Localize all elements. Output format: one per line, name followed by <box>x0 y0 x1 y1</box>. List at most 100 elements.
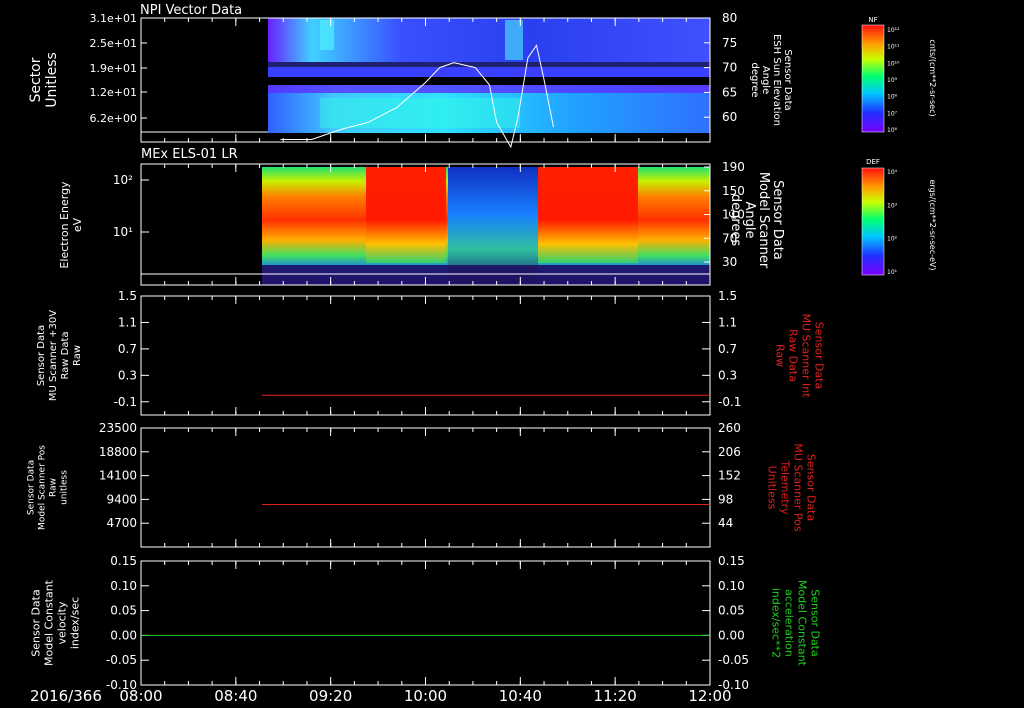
npi-panel-title: NPI Vector Data <box>140 3 242 18</box>
npi-ytick-label: 3.1e+01 <box>90 12 137 25</box>
raw30v-y2label-line: Sensor Data <box>813 322 826 389</box>
time-tick-label: 08:40 <box>214 687 257 705</box>
raw30v-ytick-label: -0.1 <box>114 395 137 409</box>
scanpos-ylabel: Sensor Data Model Scanner Pos Raw unitless <box>27 445 70 530</box>
scanpos-y2tick-label: 152 <box>718 469 741 483</box>
constant-ytick-label: 0.00 <box>110 628 137 642</box>
constant-marks: 0.15 0.15 0.10 0.10 0.05 0.05 0.00 0.00 -0.05 -0.… <box>30 554 822 692</box>
raw30v-y2label-line: Raw Data <box>787 329 800 382</box>
npi-y2tick-label: 65 <box>722 85 737 99</box>
els-colorbar-tick: 10⁴ <box>887 169 898 176</box>
npi-colorbar: NF 10¹² 10¹¹ 10¹⁰ 10⁹ 10⁸ 10⁷ 10⁶ cnts/(cm**2-… <box>861 16 937 134</box>
scanpos-y2label-line: Telemetry <box>779 459 792 515</box>
constant-y2tick-label: -0.05 <box>718 653 749 667</box>
els-ylabel-line1: Electron Energy <box>58 181 71 269</box>
npi-colorbar-tick: 10⁸ <box>887 94 898 101</box>
npi-colorbar-tick: 10⁷ <box>887 110 898 117</box>
time-tick-label: 09:20 <box>309 687 352 705</box>
els-colorbar-unit: ergs/(cm**2-sr-sec-eV) <box>928 179 937 270</box>
constant-y2label-line: index/sec**2 <box>770 588 783 658</box>
raw30v-y2tick-label: 0.7 <box>718 342 737 356</box>
constant-ylabel-line: velocity <box>56 601 69 644</box>
scanpos-ytick-label: 4700 <box>106 516 137 530</box>
npi-colorbar-label: NF <box>868 16 877 24</box>
els-ylabel: Electron Energy eV <box>58 181 84 269</box>
npi-yticks: 3.1e+01 2.5e+01 1.9e+01 1.2e+01 6.2e+00 <box>90 12 147 125</box>
npi-colorbar-tick: 10¹⁰ <box>887 60 900 67</box>
constant-frame <box>140 560 711 686</box>
constant-y2label-line: Model Constant <box>796 580 809 667</box>
els-panel: MEx ELS-01 LR Electron Energy eV 10²10¹ … <box>58 147 937 286</box>
els-ytick-label: 10² <box>113 173 133 187</box>
npi-colorbar-tick: 10⁶ <box>887 127 898 134</box>
constant-ytick-label: -0.05 <box>106 653 137 667</box>
raw30v-ytick-label: 0.7 <box>118 342 137 356</box>
npi-y2tick-label: 70 <box>722 61 737 75</box>
npi-spectrogram <box>268 18 710 133</box>
scanpos-y2label-line: Unitless <box>766 466 779 510</box>
els-colorbar-tick: 10¹ <box>887 269 898 276</box>
els-y2label-line: Sensor Data <box>770 180 785 260</box>
scanpos-panel: 23500 260 18800 206 14100 152 9400 98 4700 44 Sens… <box>27 421 818 548</box>
time-tick-label: 10:00 <box>404 687 447 705</box>
npi-band-dark <box>268 62 710 67</box>
els-panel-title: MEx ELS-01 LR <box>141 147 238 162</box>
npi-colorbar-ticks: 10¹² 10¹¹ 10¹⁰ 10⁹ 10⁸ 10⁷ 10⁶ <box>887 27 900 134</box>
scanpos-ylabel-line: Sensor Data <box>27 460 37 515</box>
constant-y2tick-label: 0.10 <box>718 579 745 593</box>
constant-ytick-label: 0.15 <box>110 554 137 568</box>
raw30v-ylabel-line: Sensor Data <box>36 325 47 386</box>
els-y2tick-label: 30 <box>722 255 737 269</box>
els-colorbar-label: DEF <box>866 158 880 166</box>
els-colorbar-tick: 10² <box>887 236 898 243</box>
scanpos-ytick-label: 23500 <box>99 421 137 435</box>
raw30v-y2label-line: MU Scanner Int <box>800 313 813 398</box>
scanpos-y2tick-label: 98 <box>718 492 733 506</box>
scanpos-ytick-label: 14100 <box>99 469 137 483</box>
constant-y2label-line: Sensor Data <box>809 589 822 656</box>
constant-panel: 0.15 0.15 0.10 0.10 0.05 0.05 0.00 0.00 -0.05 -0.… <box>30 554 822 692</box>
raw30v-ytick-label: 1.1 <box>118 315 137 329</box>
npi-band-purple <box>268 85 710 93</box>
npi-ytick-label: 1.9e+01 <box>90 62 137 75</box>
time-tick-label: 10:40 <box>499 687 542 705</box>
raw30v-frame <box>140 295 711 416</box>
constant-ylabel-line: index/sec <box>69 597 82 649</box>
raw30v-ytick-label: 0.3 <box>118 368 137 382</box>
raw30v-ylabel-line: Raw Data <box>60 331 71 379</box>
raw30v-y2label: Sensor DataMU Scanner IntRaw DataRaw <box>774 313 826 398</box>
scanpos-ytick-label: 18800 <box>99 445 137 459</box>
npi-y2label: Sensor Data ESH Sun Elevation Angle degr… <box>749 34 793 126</box>
date-label: 2016/366 <box>30 687 102 705</box>
npi-ytick-label: 1.2e+01 <box>90 86 137 99</box>
raw30v-y2tick-label: 1.1 <box>718 315 737 329</box>
raw30v-ylabel-line: Raw <box>72 345 83 366</box>
constant-ytick-label: 0.10 <box>110 579 137 593</box>
scanpos-marks: 23500 260 18800 206 14100 152 9400 98 4700 44 Sens… <box>27 421 818 532</box>
els-colorbar-bar <box>861 167 885 276</box>
constant-ylabel-line: Sensor Data <box>30 589 43 656</box>
scanpos-y2label-line: MU Scanner Pos <box>792 443 805 532</box>
npi-y2label-line: Angle <box>760 66 771 94</box>
npi-ytick-label: 6.2e+00 <box>90 112 137 125</box>
raw30v-y2tick-label: 0.3 <box>718 368 737 382</box>
scanpos-y2label: Sensor DataMU Scanner PosTelemetryUnitle… <box>766 443 818 532</box>
npi-band-bright <box>320 98 520 128</box>
constant-y2tick-label: 0.15 <box>718 554 745 568</box>
scanpos-ylabel-line: Model Scanner Pos <box>38 445 48 530</box>
els-hot-left <box>366 167 446 263</box>
raw30v-y2tick-label: -0.1 <box>718 395 741 409</box>
npi-ylabel-line1: Sector <box>28 57 44 102</box>
raw30v-panel: 1.5 1.5 1.1 1.1 0.7 0.7 0.3 0.3 -0.1 -0.1 Sensor D… <box>36 289 826 416</box>
time-tick-label: 11:20 <box>594 687 637 705</box>
els-y2label-line: Model Scanner <box>756 172 771 269</box>
els-yticks: 10² 10¹ <box>113 173 149 239</box>
scanpos-ylabel-line: Raw <box>49 478 59 497</box>
raw30v-marks: 1.5 1.5 1.1 1.1 0.7 0.7 0.3 0.3 -0.1 -0.1 Sensor D… <box>36 289 826 409</box>
npi-panel: NPI Vector Data Sector Unitless 3.1e+01 2… <box>28 3 937 149</box>
constant-y2tick-label: 0.00 <box>718 628 745 642</box>
els-ytick-label: 10¹ <box>113 225 133 239</box>
constant-ylabel-line: Model Constant <box>43 579 56 666</box>
scanpos-y2tick-label: 206 <box>718 445 741 459</box>
constant-y2tick-label: 0.05 <box>718 604 745 618</box>
